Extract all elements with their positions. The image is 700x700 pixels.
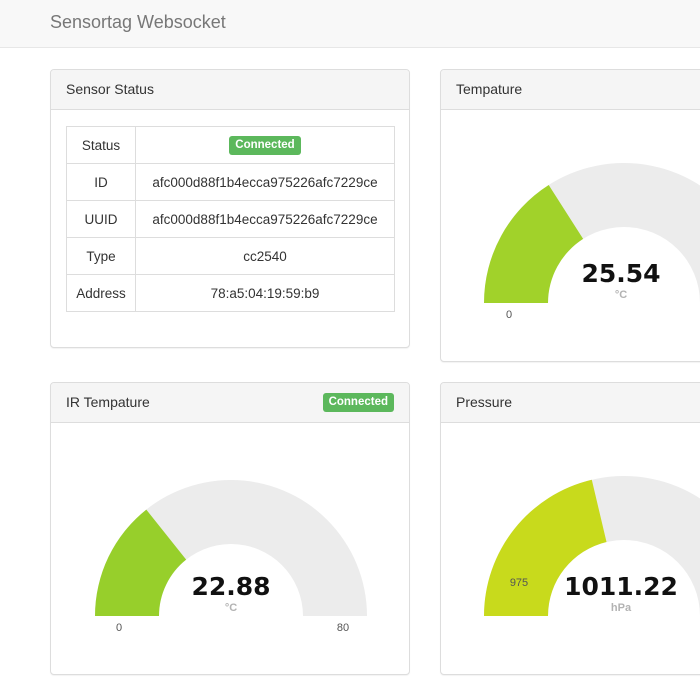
sensor-status-panel: Sensor Status Status Connected ID afc000… (50, 69, 410, 348)
temperature-gauge: 25.54 °C 0 (484, 163, 700, 321)
gauge-min-label: 0 (506, 309, 512, 321)
table-row: Status Connected (66, 126, 395, 164)
temperature-panel: Tempature 25.54 °C 0 (440, 69, 700, 362)
type-value: cc2540 (135, 237, 395, 275)
gauge-unit: °C (615, 289, 627, 301)
navbar-brand[interactable]: Sensortag Websocket (50, 12, 226, 33)
panel-heading: Sensor Status (51, 70, 409, 110)
id-value: afc000d88f1b4ecca975226afc7229ce (135, 163, 395, 201)
gauge-value: 22.88 (191, 572, 270, 601)
sensor-status-table: Status Connected ID afc000d88f1b4ecca975… (66, 126, 395, 312)
ir-temperature-panel: IR Tempature Connected 22.88 °C 0 80 (50, 382, 410, 675)
gauge-value: 1011.22 (564, 572, 678, 601)
gauge-value: 25.54 (581, 259, 660, 288)
pressure-panel: Pressure 1011.22 hPa 975 (440, 382, 700, 675)
address-value: 78:a5:04:19:59:b9 (135, 274, 395, 312)
gauge-unit: °C (225, 602, 237, 614)
uuid-key: UUID (66, 200, 136, 238)
table-row: ID afc000d88f1b4ecca975226afc7229ce (66, 163, 395, 201)
gauge-unit: hPa (611, 602, 632, 614)
status-value-cell: Connected (135, 126, 395, 164)
pressure-gauge: 1011.22 hPa 975 (484, 476, 700, 616)
type-key: Type (66, 237, 136, 275)
panel-title: Sensor Status (66, 81, 154, 97)
status-badge: Connected (229, 135, 301, 155)
gauge-min-label: 0 (116, 622, 122, 634)
navbar: Sensortag Websocket (0, 0, 700, 48)
gauge-min-label: 975 (510, 577, 528, 589)
address-key: Address (66, 274, 136, 312)
ir-temperature-gauge: 22.88 °C 0 80 (95, 480, 367, 634)
id-key: ID (66, 163, 136, 201)
table-row: Address 78:a5:04:19:59:b9 (66, 274, 395, 312)
table-row: UUID afc000d88f1b4ecca975226afc7229ce (66, 200, 395, 238)
uuid-value: afc000d88f1b4ecca975226afc7229ce (135, 200, 395, 238)
gauge-max-label: 80 (337, 622, 349, 634)
status-key: Status (66, 126, 136, 164)
table-row: Type cc2540 (66, 237, 395, 275)
